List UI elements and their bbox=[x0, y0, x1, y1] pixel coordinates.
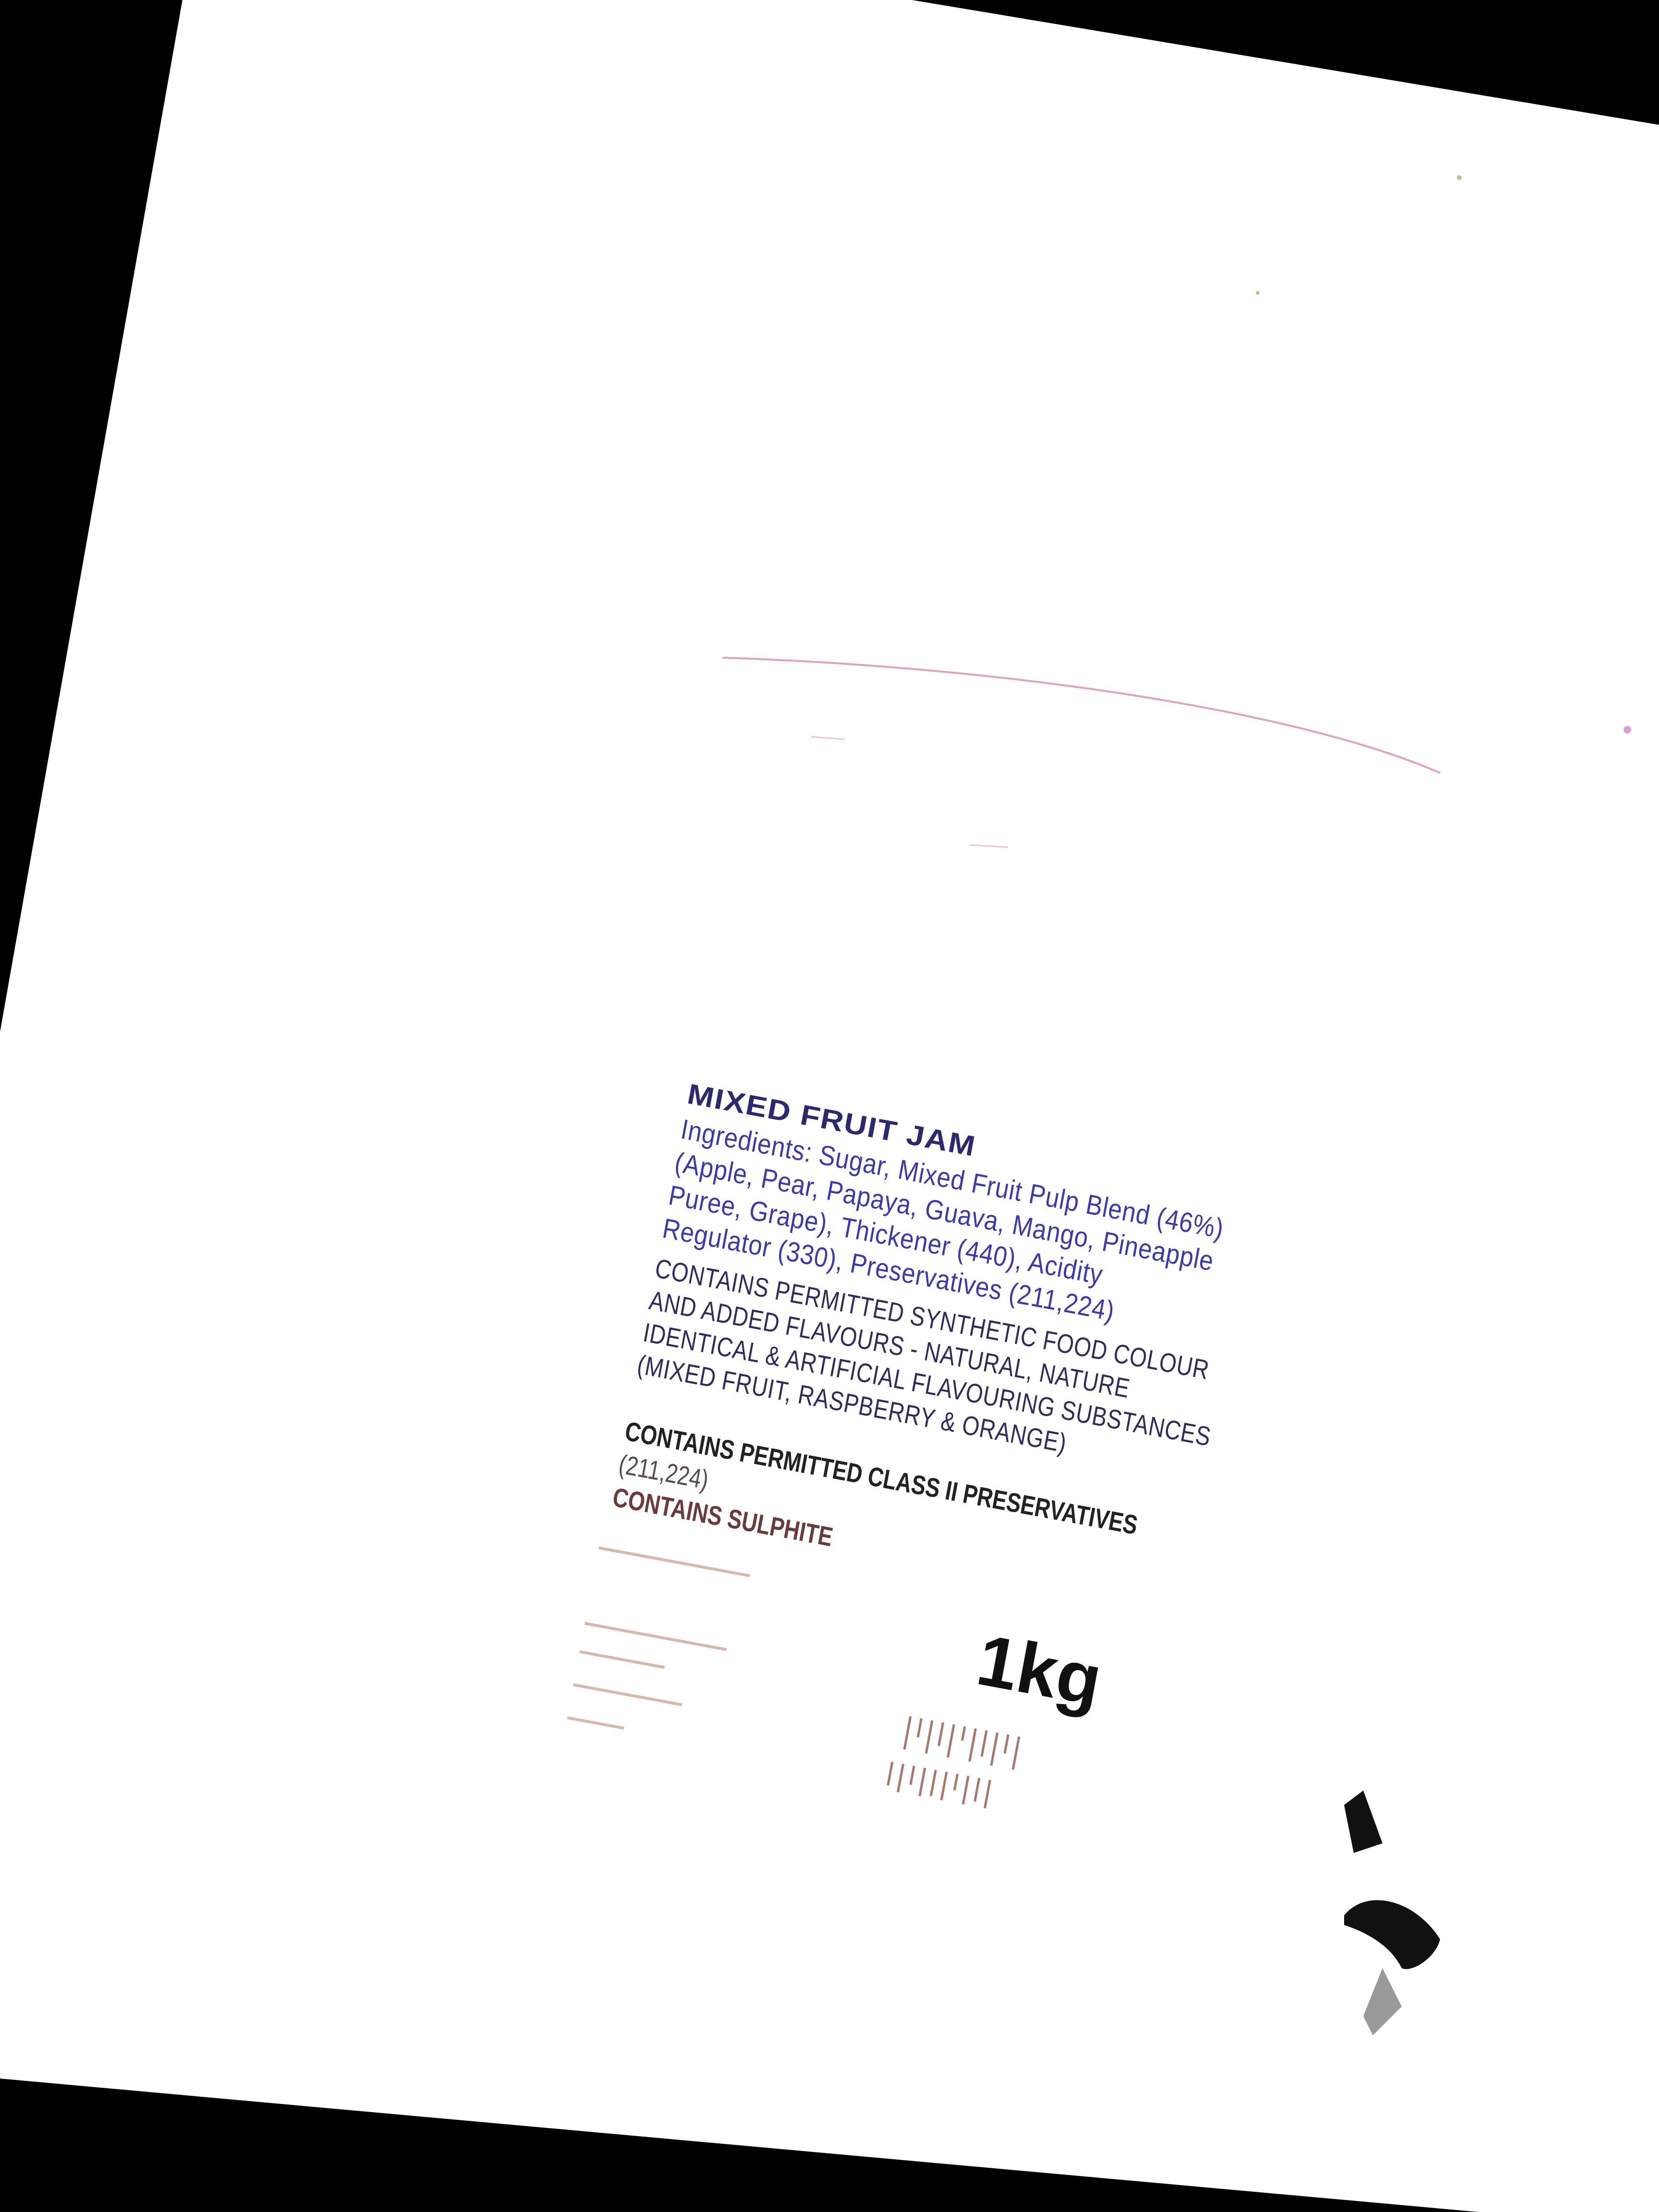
sulphite-notice: CONTAINS SULPHITE bbox=[610, 1481, 835, 1552]
faint-print-line bbox=[579, 1650, 665, 1669]
net-weight: 1kg bbox=[971, 1619, 1108, 1721]
batch-code-marks bbox=[903, 1716, 1021, 1770]
speck bbox=[1256, 291, 1260, 295]
batch-code-marks bbox=[886, 1761, 991, 1809]
speck bbox=[1457, 175, 1462, 180]
faint-print-line bbox=[573, 1683, 683, 1707]
faint-print-line bbox=[584, 1622, 727, 1651]
faint-print-line bbox=[598, 1546, 750, 1577]
speck bbox=[1623, 726, 1631, 733]
faint-print-line bbox=[567, 1716, 625, 1730]
